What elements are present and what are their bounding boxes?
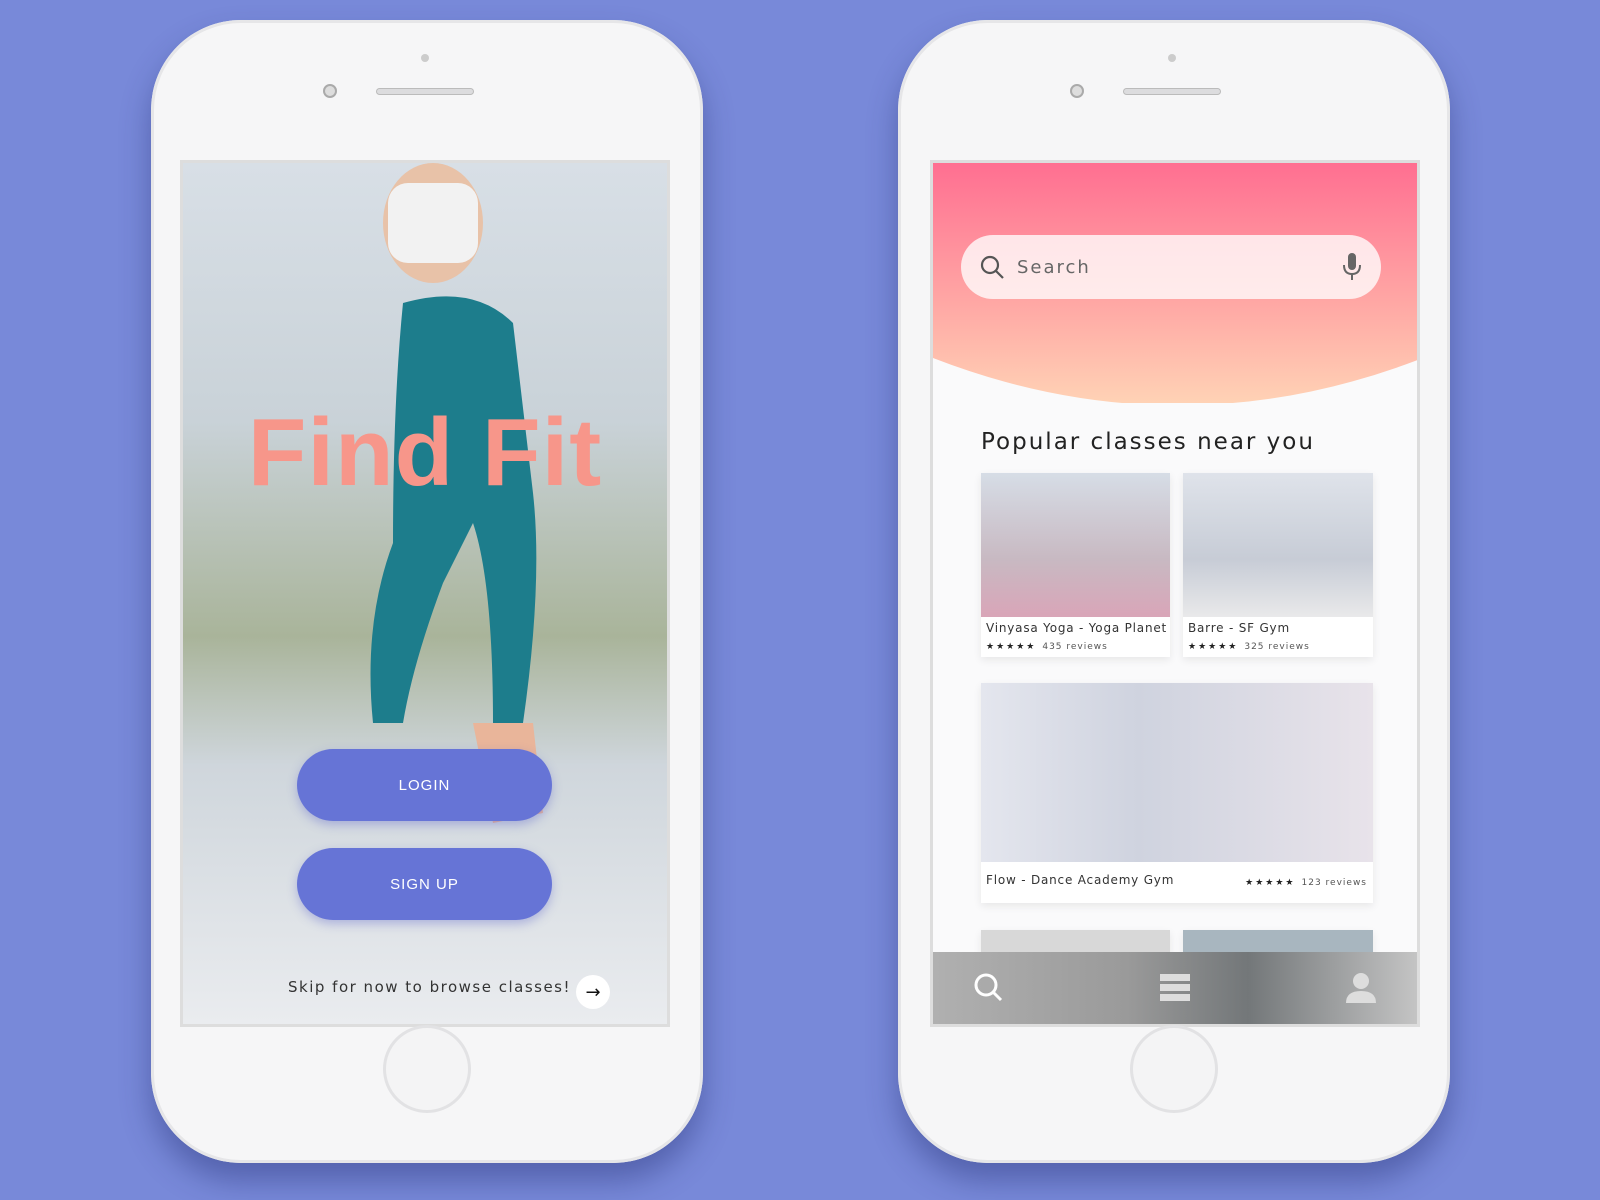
profile-icon[interactable] [1345,972,1377,1004]
skip-link[interactable]: Skip for now to browse classes! [288,978,571,996]
rating-stars: ★★★★★ [1188,642,1239,652]
camera [1070,84,1084,98]
search-bar[interactable]: Search [961,235,1381,299]
class-name: Vinyasa Yoga - Yoga Planet [986,621,1168,635]
class-image [1183,473,1373,617]
phone-left: Find Fit LOGIN SIGN UP Skip for now to b… [151,20,703,1163]
sensor [421,54,429,62]
app-title: Find Fit [247,399,603,506]
sensor [1168,54,1176,62]
bottom-nav [933,952,1417,1024]
review-count: 435 reviews [1042,642,1108,652]
review-count: 123 reviews [1301,878,1367,888]
speaker [376,88,474,95]
class-card[interactable]: Vinyasa Yoga - Yoga Planet ★★★★★ 435 revi… [981,473,1170,657]
class-image [981,473,1170,617]
class-image [981,683,1373,862]
welcome-screen: Find Fit LOGIN SIGN UP Skip for now to b… [180,160,670,1027]
speaker [1123,88,1221,95]
signup-button[interactable]: SIGN UP [297,848,552,920]
home-button[interactable] [383,1025,471,1113]
class-card[interactable]: Flow - Dance Academy Gym ★★★★★ 123 review… [981,683,1373,903]
arrow-right-icon[interactable]: → [576,975,610,1009]
home-button[interactable] [1130,1025,1218,1113]
review-count: 325 reviews [1244,642,1310,652]
camera [323,84,337,98]
microphone-icon[interactable] [1341,252,1363,282]
class-name: Barre - SF Gym [1188,621,1290,635]
login-button[interactable]: LOGIN [297,749,552,821]
rating-stars: ★★★★★ [1245,878,1296,888]
browse-screen: Search Popular classes near you Vinyasa … [930,160,1420,1027]
list-icon[interactable] [1159,972,1191,1004]
class-name: Flow - Dance Academy Gym [986,873,1175,887]
search-icon[interactable] [973,972,1005,1004]
phone-right: Search Popular classes near you Vinyasa … [898,20,1450,1163]
rating-stars: ★★★★★ [986,642,1037,652]
search-input[interactable]: Search [1017,257,1329,278]
search-icon [980,255,1004,279]
class-card[interactable]: Barre - SF Gym ★★★★★ 325 reviews [1183,473,1373,657]
section-heading: Popular classes near you [981,429,1315,455]
